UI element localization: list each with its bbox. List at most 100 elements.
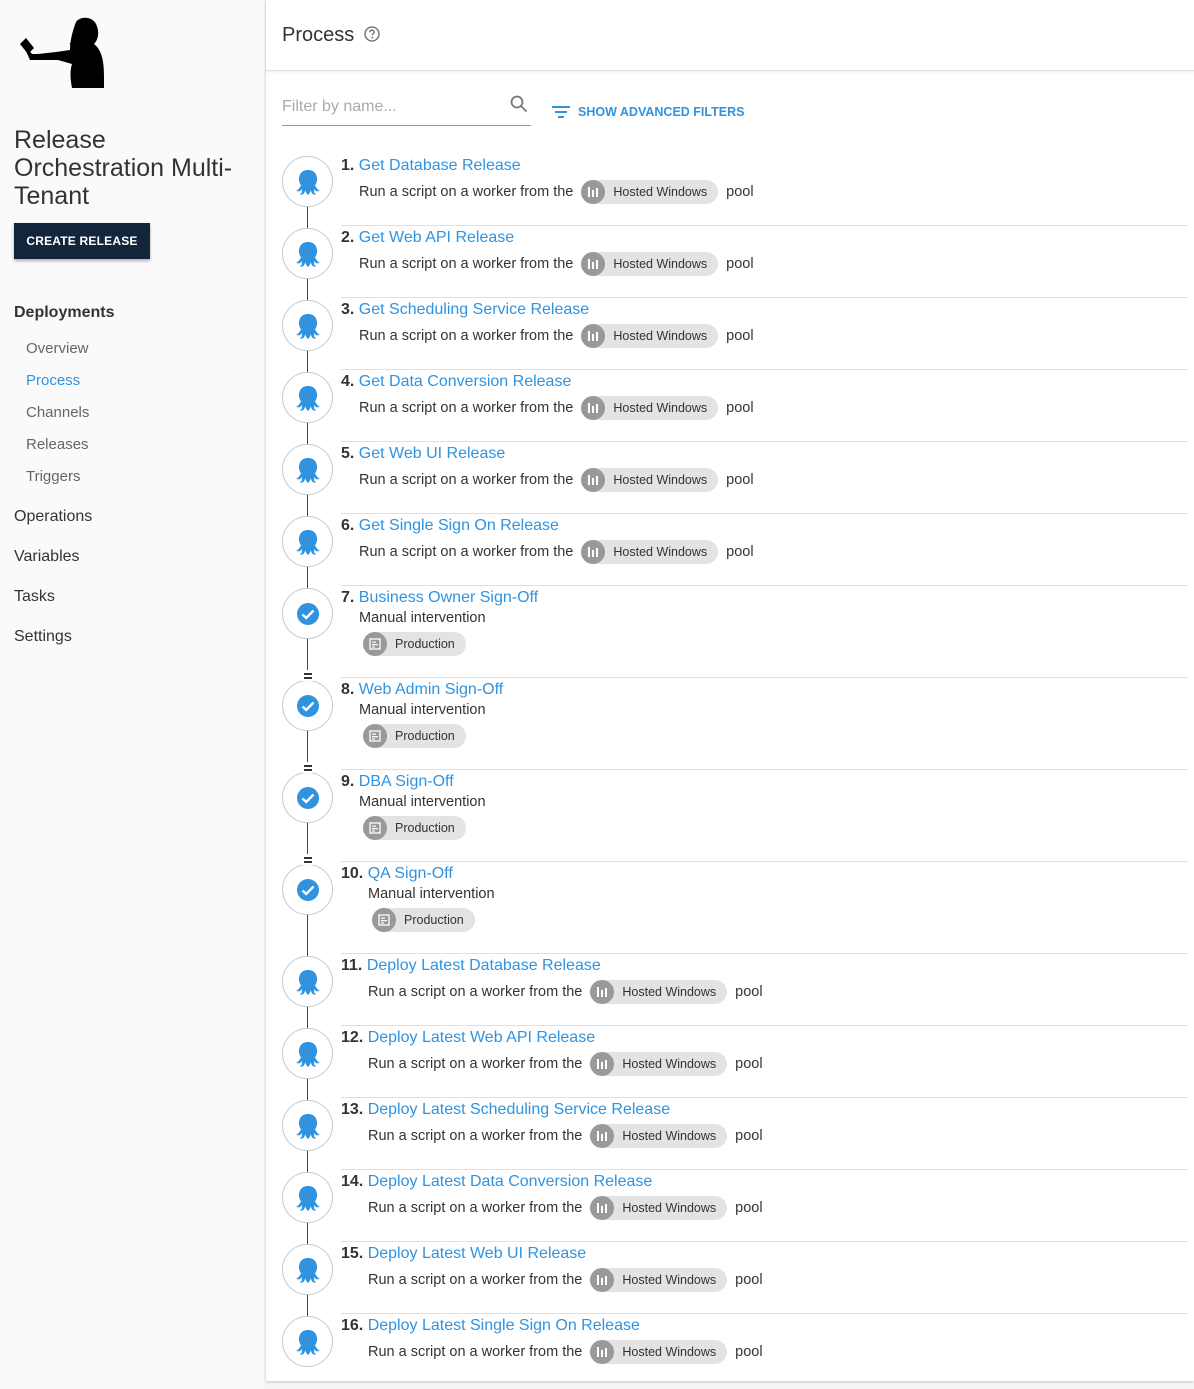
environment-chip-row: Production — [355, 632, 474, 656]
step-title[interactable]: 9. DBA Sign-Off — [341, 773, 454, 791]
worker-pool-chip[interactable]: Hosted Windows — [581, 468, 719, 492]
nav-settings[interactable]: Settings — [14, 628, 72, 646]
step-title[interactable]: 4. Get Data Conversion Release — [341, 373, 571, 391]
step-desc-prefix: Run a script on a worker from the — [368, 984, 583, 1000]
worker-pool-chip[interactable]: Hosted Windows — [581, 396, 719, 420]
step-title[interactable]: 2. Get Web API Release — [341, 229, 514, 247]
project-name: Release Orchestration Multi-Tenant — [14, 126, 233, 210]
step-title[interactable]: 7. Business Owner Sign-Off — [341, 589, 538, 607]
step-title[interactable]: 12. Deploy Latest Web API Release — [341, 1029, 595, 1047]
step-title[interactable]: 14. Deploy Latest Data Conversion Releas… — [341, 1173, 652, 1191]
step-title[interactable]: 16. Deploy Latest Single Sign On Release — [341, 1317, 640, 1335]
step-name-link[interactable]: Deploy Latest Data Conversion Release — [368, 1173, 653, 1190]
step-name-link[interactable]: Deploy Latest Single Sign On Release — [368, 1317, 640, 1334]
worker-pool-chip[interactable]: Hosted Windows — [590, 980, 728, 1004]
step-number: 14. — [341, 1173, 364, 1190]
nav-item-triggers[interactable]: Triggers — [26, 468, 80, 485]
step-title[interactable]: 10. QA Sign-Off — [341, 865, 453, 883]
step-name-link[interactable]: Get Single Sign On Release — [359, 517, 559, 534]
worker-pool-icon — [581, 324, 606, 348]
step-title[interactable]: 6. Get Single Sign On Release — [341, 517, 559, 535]
worker-pool-chip[interactable]: Hosted Windows — [581, 324, 719, 348]
step-name-link[interactable]: Get Web UI Release — [359, 445, 505, 462]
step-status-circle — [282, 444, 333, 495]
step-title[interactable]: 13. Deploy Latest Scheduling Service Rel… — [341, 1101, 670, 1119]
step-title[interactable]: 1. Get Database Release — [341, 157, 521, 175]
step-title[interactable]: 3. Get Scheduling Service Release — [341, 301, 589, 319]
step-name-link[interactable]: Get Scheduling Service Release — [359, 301, 589, 318]
step-description: Run a script on a worker from the Hosted… — [359, 324, 754, 348]
nav-item-overview[interactable]: Overview — [26, 340, 89, 357]
step-title[interactable]: 15. Deploy Latest Web UI Release — [341, 1245, 586, 1263]
step-name-link[interactable]: Deploy Latest Database Release — [367, 957, 601, 974]
step-status-circle — [282, 864, 333, 915]
step-desc-suffix: pool — [726, 328, 754, 344]
nav-item-channels[interactable]: Channels — [26, 404, 89, 421]
step-name-link[interactable]: QA Sign-Off — [368, 865, 453, 882]
step-divider — [341, 441, 1188, 442]
nav-variables[interactable]: Variables — [14, 548, 80, 566]
octopus-icon — [295, 313, 320, 339]
parallel-run-icon — [302, 854, 313, 865]
create-release-button[interactable]: CREATE RELEASE — [14, 223, 150, 259]
nav-item-releases[interactable]: Releases — [26, 436, 89, 453]
step-desc-prefix: Run a script on a worker from the — [368, 1344, 583, 1360]
step-status-circle — [282, 228, 333, 279]
worker-pool-chip[interactable]: Hosted Windows — [581, 540, 719, 564]
step-description: Run a script on a worker from the Hosted… — [368, 1340, 763, 1364]
step-name-link[interactable]: Deploy Latest Web API Release — [368, 1029, 595, 1046]
environment-chip[interactable]: Production — [372, 908, 475, 932]
check-circle-icon — [296, 694, 319, 717]
octopus-icon — [295, 169, 320, 195]
help-icon[interactable] — [364, 26, 380, 42]
octopus-icon — [295, 1185, 320, 1211]
worker-pool-chip[interactable]: Hosted Windows — [581, 180, 719, 204]
worker-pool-label: Hosted Windows — [613, 257, 708, 271]
worker-pool-chip[interactable]: Hosted Windows — [590, 1196, 728, 1220]
nav-deployments[interactable]: Deployments — [14, 304, 114, 322]
step-title[interactable]: 5. Get Web UI Release — [341, 445, 505, 463]
sidebar: Release Orchestration Multi-Tenant CREAT… — [0, 0, 264, 1389]
step-name-link[interactable]: Get Data Conversion Release — [359, 373, 572, 390]
step-title[interactable]: 11. Deploy Latest Database Release — [341, 957, 601, 975]
worker-pool-label: Hosted Windows — [622, 1273, 717, 1287]
step-name-link[interactable]: Get Web API Release — [359, 229, 514, 246]
step-number: 2. — [341, 229, 355, 246]
environment-chip[interactable]: Production — [363, 632, 466, 656]
step-name-link[interactable]: Web Admin Sign-Off — [359, 681, 503, 698]
step-number: 4. — [341, 373, 355, 390]
step-divider — [341, 225, 1188, 226]
environment-icon — [363, 724, 387, 748]
step-name-link[interactable]: DBA Sign-Off — [359, 773, 454, 790]
worker-pool-chip[interactable]: Hosted Windows — [590, 1268, 728, 1292]
nav-operations[interactable]: Operations — [14, 508, 92, 526]
filter-input[interactable] — [282, 92, 502, 122]
worker-pool-chip[interactable]: Hosted Windows — [581, 252, 719, 276]
environment-chip[interactable]: Production — [363, 724, 466, 748]
environment-chip[interactable]: Production — [363, 816, 466, 840]
environment-icon — [372, 908, 396, 932]
step-name-link[interactable]: Get Database Release — [359, 157, 521, 174]
step-name-link[interactable]: Business Owner Sign-Off — [359, 589, 538, 606]
step-status-circle — [282, 1028, 333, 1079]
worker-pool-label: Hosted Windows — [613, 185, 708, 199]
search-icon[interactable] — [509, 94, 529, 114]
step-desc-suffix: pool — [726, 472, 754, 488]
step-name-link[interactable]: Deploy Latest Web UI Release — [368, 1245, 586, 1262]
show-advanced-filters-button[interactable]: SHOW ADVANCED FILTERS — [552, 102, 744, 122]
step-divider — [341, 861, 1188, 862]
step-divider — [341, 677, 1188, 678]
nav-tasks[interactable]: Tasks — [14, 588, 55, 606]
worker-pool-icon — [590, 1124, 615, 1148]
nav-item-process[interactable]: Process — [26, 372, 80, 389]
step-title[interactable]: 8. Web Admin Sign-Off — [341, 681, 503, 699]
step-divider — [341, 297, 1188, 298]
step-number: 6. — [341, 517, 355, 534]
step-desc-prefix: Run a script on a worker from the — [359, 184, 574, 200]
worker-pool-label: Hosted Windows — [613, 545, 708, 559]
step-name-link[interactable]: Deploy Latest Scheduling Service Release — [368, 1101, 670, 1118]
worker-pool-chip[interactable]: Hosted Windows — [590, 1124, 728, 1148]
worker-pool-chip[interactable]: Hosted Windows — [590, 1340, 728, 1364]
worker-pool-chip[interactable]: Hosted Windows — [590, 1052, 728, 1076]
filter-field[interactable] — [282, 92, 531, 126]
